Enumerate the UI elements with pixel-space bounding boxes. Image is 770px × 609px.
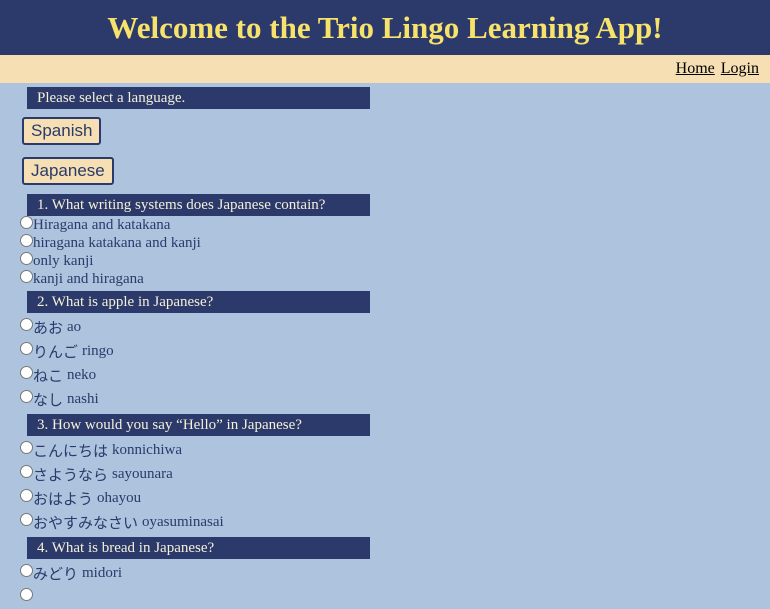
q3-radio-2[interactable] — [20, 464, 33, 478]
q1-option-label: Hiragana and katakana — [33, 216, 171, 233]
q2-radio-3[interactable] — [20, 365, 33, 379]
q1-radio-1[interactable] — [20, 215, 33, 229]
q3-option-japanese: おやすみなさい — [33, 513, 139, 532]
q2-radio-1[interactable] — [20, 317, 33, 331]
q2-option-romaji: ao — [67, 318, 82, 335]
q4-radio-1[interactable] — [20, 563, 33, 577]
q3-radio-3[interactable] — [20, 488, 33, 502]
question-2-header: 2. What is apple in Japanese? — [27, 291, 370, 313]
q3-option-japanese: こんにちは — [33, 441, 109, 460]
q3-option-romaji: oyasuminasai — [142, 513, 224, 530]
q3-option-1[interactable]: こんにちは konnichiwa — [20, 438, 770, 462]
home-link[interactable]: Home — [676, 60, 715, 78]
q2-option-japanese: なし — [33, 390, 64, 409]
question-1-header: 1. What writing systems does Japanese co… — [27, 194, 370, 216]
q1-option-1[interactable]: Hiragana and katakana — [20, 215, 770, 234]
language-prompt: Please select a language. — [27, 87, 370, 109]
q2-option-romaji: neko — [67, 366, 97, 383]
q1-option-label: only kanji — [33, 252, 94, 269]
q2-radio-4[interactable] — [20, 389, 33, 403]
q3-option-3[interactable]: おはよう ohayou — [20, 486, 770, 510]
q4-option-2-partial[interactable] — [20, 585, 770, 609]
q3-option-romaji: ohayou — [97, 489, 142, 506]
q2-option-2[interactable]: りんご ringo — [20, 339, 770, 363]
q3-option-japanese: さようなら — [33, 465, 109, 484]
q2-option-romaji: nashi — [67, 390, 99, 407]
login-link[interactable]: Login — [721, 60, 759, 78]
q1-option-4[interactable]: kanji and hiragana — [20, 269, 770, 288]
q3-option-2[interactable]: さようなら sayounara — [20, 462, 770, 486]
q1-option-2[interactable]: hiragana katakana and kanji — [20, 233, 770, 252]
q3-option-4[interactable]: おやすみなさい oyasuminasai — [20, 510, 770, 534]
question-3-header: 3. How would you say “Hello” in Japanese… — [27, 414, 370, 436]
q2-option-japanese: あお — [33, 318, 64, 337]
q2-option-3[interactable]: ねこ neko — [20, 363, 770, 387]
q4-option-romaji: midori — [82, 564, 123, 581]
spanish-button[interactable]: Spanish — [22, 117, 102, 145]
q3-radio-1[interactable] — [20, 440, 33, 454]
app-title: Welcome to the Trio Lingo Learning App! — [107, 9, 663, 45]
q1-radio-2[interactable] — [20, 233, 33, 247]
q3-option-romaji: sayounara — [112, 465, 173, 482]
q2-option-romaji: ringo — [82, 342, 114, 359]
q1-radio-4[interactable] — [20, 269, 33, 283]
q4-option-1[interactable]: みどり midori — [20, 561, 770, 585]
q2-option-japanese: りんご — [33, 342, 79, 361]
q2-option-4[interactable]: なし nashi — [20, 387, 770, 411]
q1-option-label: kanji and hiragana — [33, 270, 144, 287]
japanese-button[interactable]: Japanese — [22, 157, 114, 185]
q1-option-label: hiragana katakana and kanji — [33, 234, 201, 251]
q1-option-3[interactable]: only kanji — [20, 251, 770, 270]
top-nav: Home Login — [0, 55, 770, 83]
q2-option-1[interactable]: あお ao — [20, 315, 770, 339]
main-content: Please select a language. Spanish Japane… — [0, 87, 770, 609]
q1-radio-3[interactable] — [20, 251, 33, 265]
question-4-header: 4. What is bread in Japanese? — [27, 537, 370, 559]
app-banner: Welcome to the Trio Lingo Learning App! — [0, 0, 770, 55]
q3-option-japanese: おはよう — [33, 489, 94, 508]
q4-radio-2[interactable] — [20, 587, 33, 601]
q4-option-japanese: みどり — [33, 564, 79, 583]
q2-radio-2[interactable] — [20, 341, 33, 355]
q3-option-romaji: konnichiwa — [112, 441, 182, 458]
q2-option-japanese: ねこ — [33, 366, 64, 385]
q3-radio-4[interactable] — [20, 512, 33, 526]
